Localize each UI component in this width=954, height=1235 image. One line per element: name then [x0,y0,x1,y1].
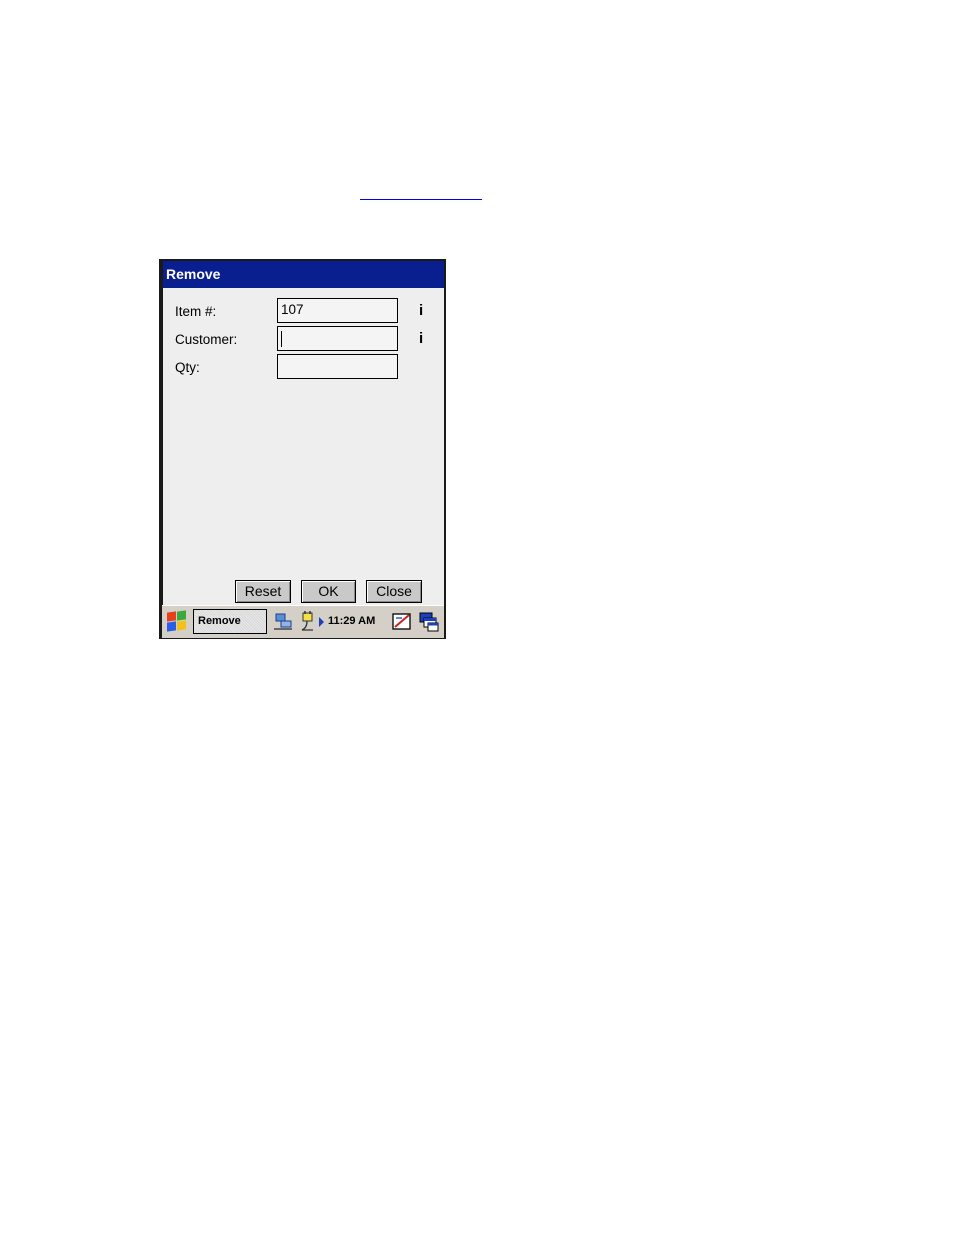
customer-label: Customer: [175,332,238,347]
clock[interactable]: 11:29 AM [328,609,375,634]
ok-button[interactable]: OK [301,580,356,603]
arrow-right-icon[interactable] [318,617,325,627]
window-title: Remove [163,261,444,288]
close-button[interactable]: Close [366,580,422,603]
text-caret [281,331,282,347]
item-number-label: Item #: [175,304,217,319]
qty-label: Qty: [175,360,200,375]
power-icon[interactable] [299,611,317,633]
item-info-button[interactable]: i [419,302,423,319]
desktop-switch-icon[interactable] [418,611,440,633]
qty-field[interactable] [277,354,398,379]
taskbar-remove-button[interactable]: Remove [193,609,267,634]
device-screen: Remove Item #: 107 i Customer: i Qty: Re… [159,259,446,639]
reset-button[interactable]: Reset [235,580,291,603]
input-panel-icon[interactable] [391,611,413,633]
remove-dialog: Remove Item #: 107 i Customer: i Qty: Re… [163,261,444,605]
taskbar: Remove 11:29 AM [162,605,444,638]
document-link-underline[interactable] [360,199,482,200]
customer-info-button[interactable]: i [419,330,423,347]
customer-field[interactable] [277,326,398,351]
network-icon[interactable] [272,612,296,632]
item-number-field[interactable]: 107 [277,298,398,323]
windows-start-icon[interactable] [164,610,190,634]
